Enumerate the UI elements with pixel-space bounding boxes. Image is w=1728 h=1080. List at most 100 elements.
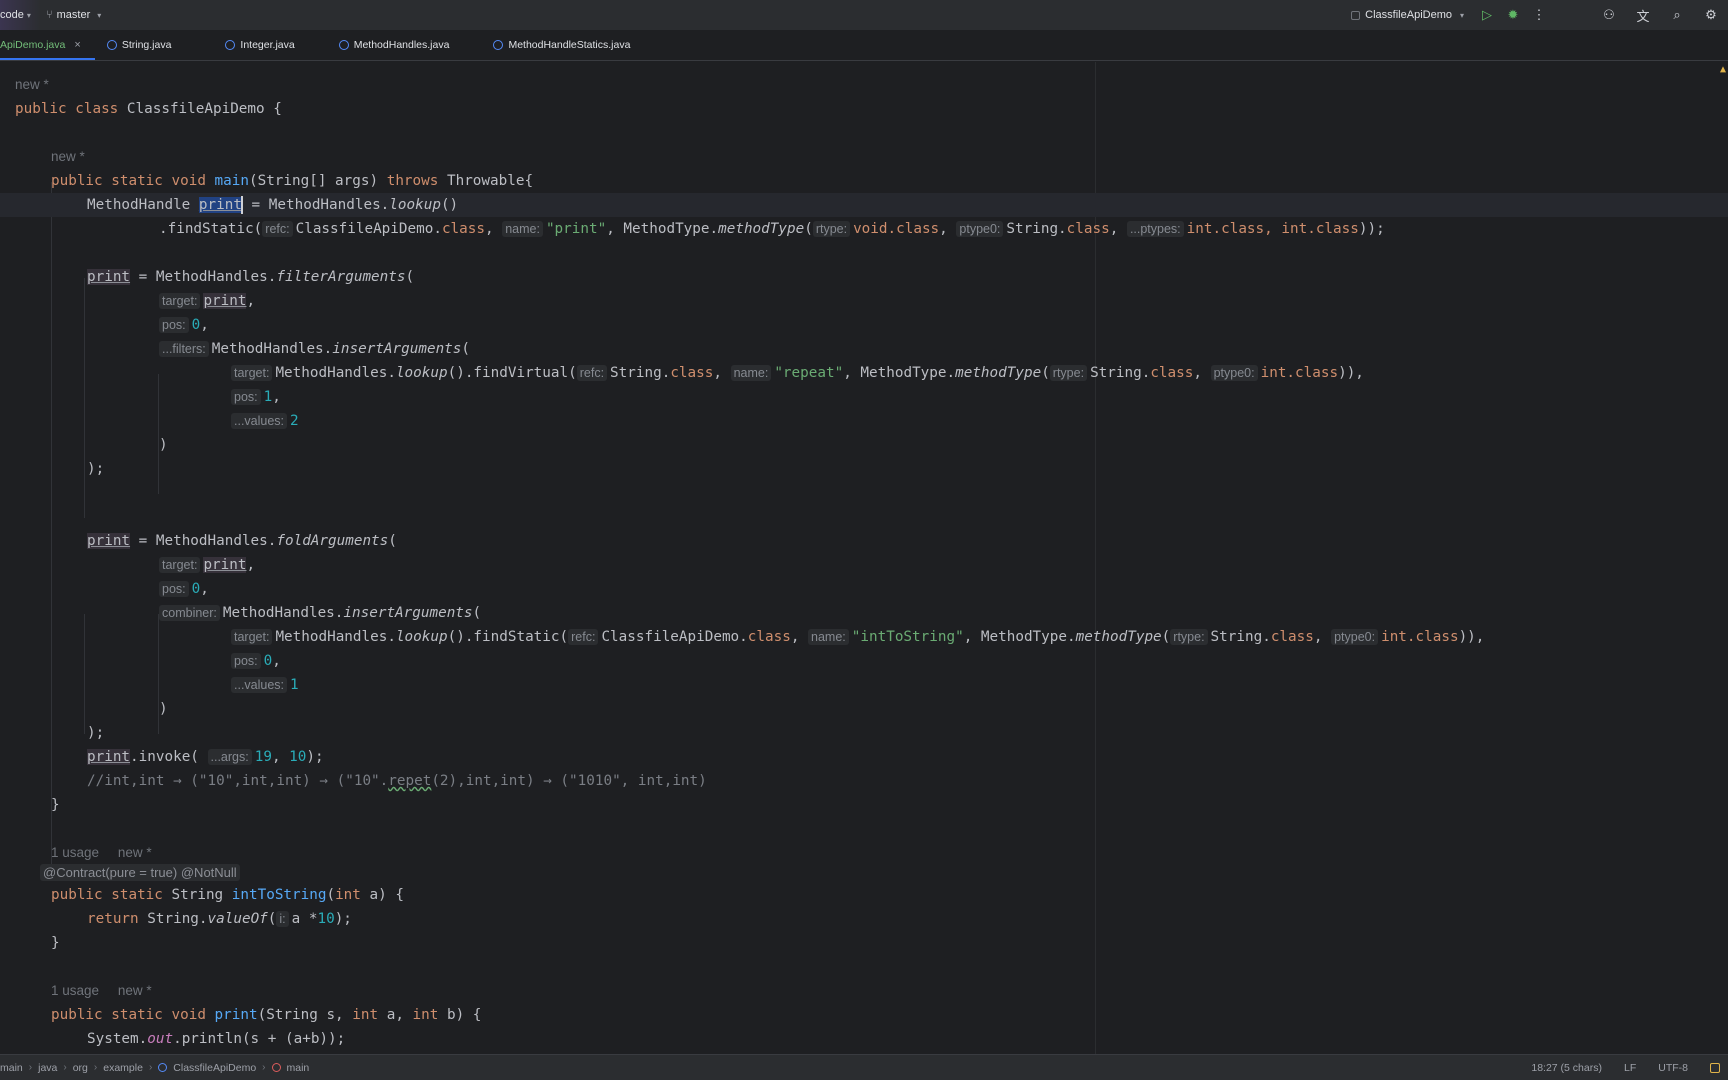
more-icon[interactable]: ⋮ [1526, 0, 1552, 30]
lock-icon[interactable] [1710, 1062, 1720, 1073]
breadcrumb-item[interactable]: java [38, 1062, 57, 1074]
debug-icon[interactable]: ✹ [1500, 0, 1526, 30]
tab-integer[interactable]: Integer.java [185, 30, 308, 60]
class-icon [493, 40, 504, 50]
code-line: target: print, [159, 553, 255, 577]
tab-methodhandles[interactable]: MethodHandles.java [309, 30, 464, 60]
title-bar-actions: ClassfileApiDemo ▾ ▷ ✹ ⋮ ⚇ 文 ⌕ ⚙ [1351, 0, 1728, 30]
code-comment: //int,int → ("10",int,int) → ("10".repet… [87, 773, 707, 789]
code-line: ) [159, 701, 168, 717]
class-icon [338, 40, 349, 50]
code-line: ); [87, 725, 105, 741]
close-icon[interactable]: × [74, 39, 80, 51]
inlay-hint: rtype: [1170, 629, 1208, 645]
keyword: throws [386, 173, 439, 189]
codelens-author[interactable]: new * [15, 73, 49, 97]
breadcrumb-item[interactable]: org [73, 1062, 88, 1074]
file-encoding[interactable]: UTF-8 [1658, 1062, 1688, 1074]
branch-icon: ⑂ [46, 9, 53, 21]
tab-methodhandlestatics[interactable]: MethodHandleStatics.java [463, 30, 644, 60]
translate-icon[interactable]: 文 [1626, 0, 1660, 30]
codelens[interactable]: 1 usage new * [51, 979, 152, 1003]
code-line: pos: 1, [231, 385, 281, 409]
tab-label: MethodHandles.java [353, 39, 450, 51]
inlay-hint: ...filters: [159, 341, 209, 357]
code-line: print = MethodHandles.foldArguments( [87, 533, 397, 549]
code-line: public static String intToString(int a) … [51, 887, 404, 903]
inlay-hint: i: [276, 911, 289, 927]
code-text: () [440, 197, 459, 213]
indent-guide [84, 614, 85, 734]
settings-icon[interactable]: ⚙ [1694, 0, 1728, 30]
tab-label: String.java [121, 39, 172, 51]
add-user-icon[interactable]: ⚇ [1592, 0, 1626, 30]
code-text: (String[] args) [248, 173, 387, 189]
inlay-hint: name: [730, 365, 772, 381]
code-text: = MethodHandles. [242, 197, 390, 213]
inlay-hint: refc: [262, 221, 293, 237]
run-config-name: ClassfileApiDemo [1365, 9, 1452, 21]
codelens[interactable]: 1 usage new * [51, 841, 152, 865]
inlay-hint: target: [231, 365, 273, 381]
method-name: main [214, 173, 249, 189]
usage-count[interactable]: 1 usage [51, 983, 99, 998]
tab-label: ApiDemo.java [0, 39, 66, 51]
code-line: System.out.println(s + (a+b)); [87, 1031, 346, 1047]
chevron-right-icon: › [93, 1062, 98, 1073]
usage-count[interactable]: 1 usage [51, 845, 99, 860]
inlay-hint: pos: [231, 389, 261, 405]
code-line: .findStatic(refc: ClassfileApiDemo.class,… [159, 221, 1385, 237]
breadcrumb-item[interactable]: main [287, 1062, 310, 1074]
chevron-right-icon: › [63, 1062, 67, 1073]
status-bar: main › java › org › example › ClassfileA… [0, 1054, 1728, 1080]
code-editor[interactable]: ▲ new * public class ClassfileApiDemo { … [0, 62, 1728, 1054]
inlay-hint: target: [159, 293, 201, 309]
branch-selector[interactable]: ⑂ master ▾ [46, 0, 101, 30]
inlay-hint: refc: [568, 629, 599, 645]
chevron-right-icon: › [262, 1062, 266, 1073]
editor-tabs: ApiDemo.java × String.java Integer.java … [0, 30, 1728, 61]
chevron-down-icon: ▾ [97, 10, 102, 20]
inlay-hint: name: [808, 629, 849, 645]
inlay-hint: target: [231, 629, 273, 645]
codelens-author[interactable]: new * [51, 145, 85, 169]
search-icon[interactable]: ⌕ [1660, 0, 1694, 30]
tab-classfileapidemo[interactable]: ApiDemo.java × [0, 30, 95, 60]
codelens-author[interactable]: new * [118, 983, 152, 998]
status-widgets: 18:27 (5 chars) LF UTF-8 [1531, 1055, 1728, 1080]
inlay-hint: ...values: [231, 413, 288, 429]
inlay-hint: ptype0: [956, 221, 1004, 237]
inlay-hint: ...ptypes: [1126, 221, 1184, 237]
run-icon[interactable]: ▷ [1474, 0, 1500, 30]
caret-position[interactable]: 18:27 (5 chars) [1531, 1062, 1602, 1074]
run-config-selector[interactable]: ClassfileApiDemo ▾ [1351, 9, 1464, 21]
codelens-author[interactable]: new * [118, 845, 152, 860]
line-separator[interactable]: LF [1624, 1062, 1636, 1074]
keyword: public class [15, 101, 119, 117]
code-line: target: MethodHandles.lookup().findStatic… [231, 625, 1484, 649]
code-line: pos: 0, [159, 577, 209, 601]
inlay-hint: refc: [576, 365, 608, 381]
code-line: } [51, 797, 60, 813]
breadcrumb-item[interactable]: main [0, 1062, 23, 1074]
code-line: ...filters: MethodHandles.insertArguments… [159, 337, 470, 361]
code-line: ); [87, 461, 105, 477]
inlay-hint: pos: [159, 317, 189, 333]
inlay-hint: combiner: [159, 605, 220, 621]
tab-string[interactable]: String.java [95, 30, 186, 60]
project-selector[interactable]: code ▾ [0, 0, 41, 30]
code-line: print.invoke( ...args: 19, 10); [87, 749, 324, 765]
breadcrumb-item[interactable]: example [103, 1062, 143, 1074]
code-line: ) [159, 437, 168, 453]
warning-icon[interactable]: ▲ [1720, 64, 1726, 75]
method-call: lookup [389, 197, 441, 213]
inlay-hint: target: [159, 557, 201, 573]
inlay-hint: ...values: [231, 677, 288, 693]
title-bar: code ▾ ⑂ master ▾ ClassfileApiDemo ▾ ▷ ✹ ⋮ … [0, 0, 1728, 30]
code-line: combiner: MethodHandles.insertArguments( [159, 601, 481, 625]
breadcrumb-item[interactable]: ClassfileApiDemo [173, 1062, 256, 1074]
code-line: public static void print(String s, int a… [51, 1007, 482, 1023]
breadcrumb: main › java › org › example › ClassfileA… [0, 1062, 309, 1074]
code-line: pos: 0, [159, 313, 209, 337]
code-text: { [264, 101, 282, 117]
